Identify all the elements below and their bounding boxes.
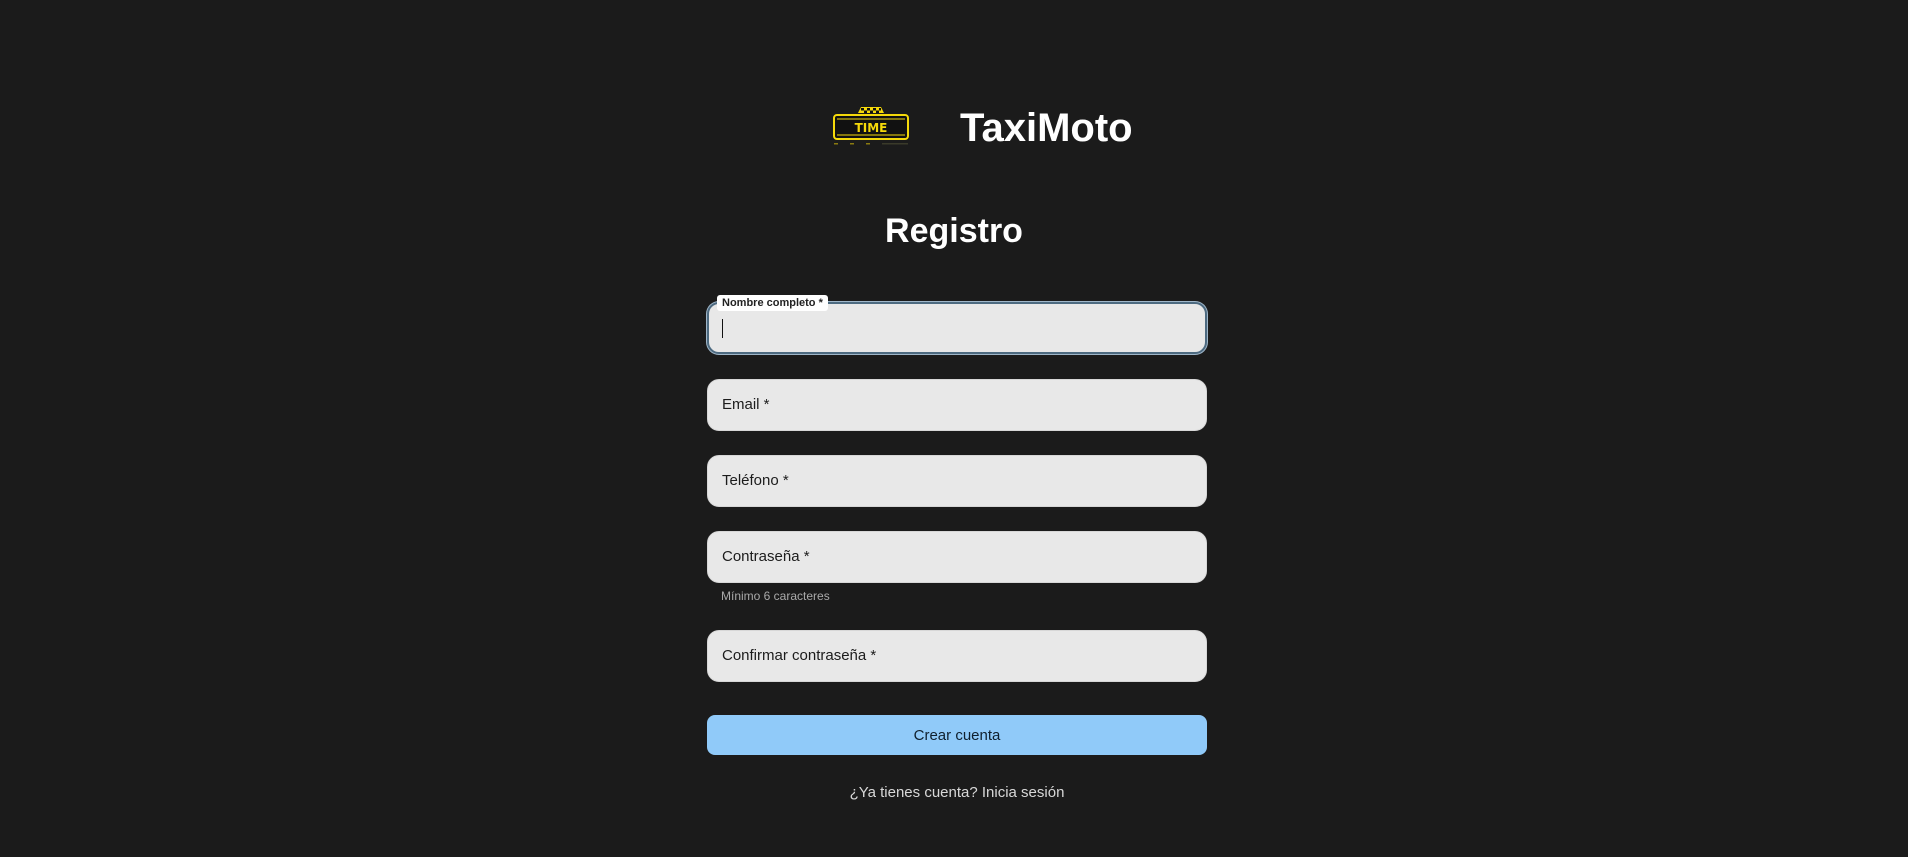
- email-label: Email *: [722, 396, 770, 413]
- register-page: TIME TaxiMoto Registro Nombre completo *…: [0, 0, 1908, 857]
- taxi-logo-icon: TIME: [833, 107, 909, 145]
- brand-name: TaxiMoto: [960, 106, 1133, 150]
- password-input[interactable]: Contraseña *: [707, 531, 1207, 583]
- create-account-button[interactable]: Crear cuenta: [707, 715, 1207, 755]
- email-input[interactable]: Email *: [707, 379, 1207, 431]
- password-helper-text: Mínimo 6 caracteres: [721, 589, 830, 603]
- full-name-label: Nombre completo *: [717, 295, 828, 311]
- logo-text: TIME: [855, 121, 888, 135]
- password-label: Contraseña *: [722, 548, 810, 565]
- full-name-input[interactable]: Nombre completo *: [707, 295, 1207, 354]
- brand-header: TIME TaxiMoto: [0, 100, 1908, 156]
- page-title: Registro: [885, 212, 1023, 250]
- phone-label: Teléfono *: [722, 472, 789, 489]
- confirm-password-input[interactable]: Confirmar contraseña *: [707, 630, 1207, 682]
- login-link[interactable]: ¿Ya tienes cuenta? Inicia sesión: [707, 784, 1207, 801]
- text-cursor: [722, 319, 723, 338]
- confirm-password-label: Confirmar contraseña *: [722, 647, 877, 664]
- phone-input[interactable]: Teléfono *: [707, 455, 1207, 507]
